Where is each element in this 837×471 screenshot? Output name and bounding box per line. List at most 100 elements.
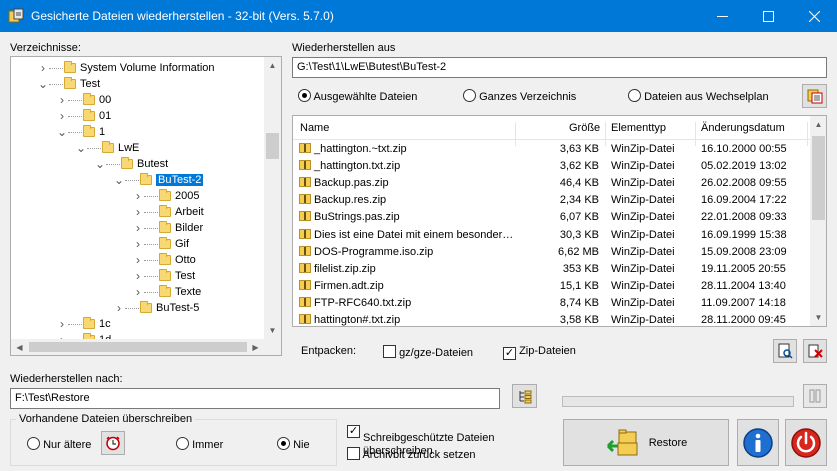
overwrite-never-option[interactable]: Nie: [277, 437, 310, 451]
tree-scroll-thumb[interactable]: [266, 133, 279, 159]
tree-node[interactable]: › BuTest-5: [114, 300, 199, 316]
scroll-up-arrow-icon[interactable]: ▲: [264, 57, 281, 74]
restore-to-path[interactable]: F:\Test\Restore: [10, 388, 500, 409]
file-size: 3,63 KB: [559, 143, 599, 155]
minimize-button[interactable]: [699, 0, 745, 32]
overwrite-always-option[interactable]: Immer: [176, 437, 223, 451]
option-whole-directory[interactable]: Ganzes Verzeichnis: [463, 89, 576, 103]
tree-connector: [68, 115, 82, 117]
table-row[interactable]: DOS-Programme.iso.zip 6,62 MB WinZip-Datei…: [293, 244, 810, 261]
chevron-right-icon[interactable]: ›: [133, 285, 143, 299]
radio-removable[interactable]: [628, 89, 641, 102]
column-date[interactable]: Änderungsdatum: [701, 122, 785, 134]
delete-selection-button[interactable]: [803, 339, 827, 363]
chevron-down-icon[interactable]: ⌄: [76, 141, 86, 155]
table-row[interactable]: FTP-RFC640.txt.zip 8,74 KB WinZip-Datei 11.…: [293, 295, 810, 312]
overwrite-older-option[interactable]: Nur ältere: [27, 437, 91, 451]
scroll-left-arrow-icon[interactable]: ◀: [11, 339, 28, 355]
restore-from-path[interactable]: G:\Test\1\LwE\Butest\BuTest-2: [292, 57, 827, 78]
checkbox-archive[interactable]: [347, 447, 360, 460]
chevron-right-icon[interactable]: ›: [38, 61, 48, 75]
tree-node[interactable]: › 01: [57, 108, 111, 124]
file-date: 28.11.2000 09:45: [701, 314, 786, 326]
tree-node[interactable]: ⌄ Butest: [95, 156, 168, 172]
option-removable[interactable]: Dateien aus Wechselplan: [628, 89, 769, 103]
tree-node[interactable]: › Bilder: [133, 220, 203, 236]
chevron-down-icon[interactable]: ⌄: [95, 157, 105, 171]
table-row[interactable]: _hattington.txt.zip 3,62 KB WinZip-Datei 05…: [293, 158, 810, 175]
radio-selected-files[interactable]: [298, 89, 311, 102]
column-size[interactable]: Größe: [569, 122, 600, 134]
directory-tree[interactable]: › System Volume Information ⌄ Test › 00 › 01 ⌄ 1 ⌄…: [10, 56, 282, 356]
radio-always[interactable]: [176, 437, 189, 450]
table-row[interactable]: Backup.res.zip 2,34 KB WinZip-Datei 16.09.2…: [293, 192, 810, 209]
exit-button[interactable]: [785, 419, 827, 466]
chevron-down-icon[interactable]: ⌄: [57, 125, 67, 139]
file-list-vscrollbar[interactable]: ▲ ▼: [810, 116, 826, 326]
tree-node[interactable]: › 00: [57, 92, 111, 108]
radio-whole-directory[interactable]: [463, 89, 476, 102]
file-scroll-down-arrow-icon[interactable]: ▼: [810, 309, 826, 326]
tree-hscroll-thumb[interactable]: [29, 342, 247, 352]
tree-node[interactable]: › Arbeit: [133, 204, 204, 220]
option-removable-label: Dateien aus Wechselplan: [644, 91, 769, 103]
unpack-zip-option[interactable]: ✓ Zip-Dateien: [503, 345, 576, 360]
chevron-right-icon[interactable]: ›: [133, 189, 143, 203]
table-row[interactable]: Firmen.adt.zip 15,1 KB WinZip-Datei 28.11.2…: [293, 278, 810, 295]
chevron-right-icon[interactable]: ›: [57, 93, 67, 107]
browse-target-button[interactable]: [512, 384, 537, 408]
maximize-button[interactable]: [745, 0, 791, 32]
scroll-down-arrow-icon[interactable]: ▼: [264, 322, 281, 339]
checkbox-readonly[interactable]: ✓: [347, 425, 360, 438]
chevron-right-icon[interactable]: ›: [133, 269, 143, 283]
scroll-right-arrow-icon[interactable]: ▶: [247, 339, 264, 355]
tree-node[interactable]: ⌄ LwE: [76, 140, 139, 156]
table-row[interactable]: hattington#.txt.zip 3,58 KB WinZip-Datei 28…: [293, 312, 810, 326]
tree-node[interactable]: ⌄ 1: [57, 124, 105, 140]
chevron-right-icon[interactable]: ›: [114, 301, 124, 315]
tree-node[interactable]: › 1c: [57, 316, 111, 332]
tree-node[interactable]: › Test: [133, 268, 195, 284]
radio-older[interactable]: [27, 437, 40, 450]
chevron-right-icon[interactable]: ›: [133, 253, 143, 267]
tree-vscrollbar[interactable]: ▲ ▼: [264, 57, 281, 339]
column-type[interactable]: Elementtyp: [611, 122, 666, 134]
table-row[interactable]: _hattington.~txt.zip 3,63 KB WinZip-Datei 1…: [293, 141, 810, 158]
tree-node[interactable]: › Gif: [133, 236, 189, 252]
tree-node[interactable]: › Texte: [133, 284, 201, 300]
time-settings-button[interactable]: [101, 431, 125, 455]
chevron-down-icon[interactable]: ⌄: [38, 77, 48, 91]
radio-never[interactable]: [277, 437, 290, 450]
unpack-gz-option[interactable]: gz/gze-Dateien: [383, 345, 473, 359]
table-row[interactable]: BuStrings.pas.zip 6,07 KB WinZip-Datei 22.0…: [293, 209, 810, 226]
tree-node[interactable]: › System Volume Information: [38, 60, 215, 76]
close-button[interactable]: [791, 0, 837, 32]
checkbox-gz[interactable]: [383, 345, 396, 358]
tree-node[interactable]: ⌄ BuTest-2: [114, 172, 204, 188]
column-name[interactable]: Name: [300, 122, 329, 134]
chevron-right-icon[interactable]: ›: [133, 221, 143, 235]
chevron-right-icon[interactable]: ›: [133, 205, 143, 219]
tree-node[interactable]: › 2005: [133, 188, 199, 204]
table-row[interactable]: filelist.zip.zip 353 KB WinZip-Datei 19.11.…: [293, 261, 810, 278]
view-file-button[interactable]: [773, 339, 797, 363]
file-list[interactable]: Name Größe Elementtyp Änderungsdatum _ha…: [292, 115, 827, 327]
chevron-right-icon[interactable]: ›: [57, 317, 67, 331]
browse-source-button[interactable]: [802, 84, 827, 108]
info-button[interactable]: [737, 419, 779, 466]
tree-node[interactable]: › Otto: [133, 252, 196, 268]
table-row[interactable]: Backup.pas.zip 46,4 KB WinZip-Datei 26.02.2…: [293, 175, 810, 192]
file-scroll-thumb[interactable]: [812, 136, 825, 220]
tree-hscrollbar[interactable]: ◀ ▶: [11, 339, 264, 355]
chevron-down-icon[interactable]: ⌄: [114, 173, 124, 187]
chevron-right-icon[interactable]: ›: [133, 237, 143, 251]
table-row[interactable]: Dies ist eine Datei mit einem besonder… 3…: [293, 227, 810, 244]
chevron-right-icon[interactable]: ›: [57, 109, 67, 123]
tree-node[interactable]: ⌄ Test: [38, 76, 100, 92]
file-scroll-up-arrow-icon[interactable]: ▲: [810, 116, 826, 133]
pause-button[interactable]: [803, 384, 827, 408]
option-selected-files[interactable]: Ausgewählte Dateien: [298, 89, 417, 103]
archive-bit-option[interactable]: Archivbit zurück setzen: [347, 447, 476, 461]
restore-button[interactable]: Restore: [563, 419, 729, 466]
checkbox-zip[interactable]: ✓: [503, 347, 516, 360]
